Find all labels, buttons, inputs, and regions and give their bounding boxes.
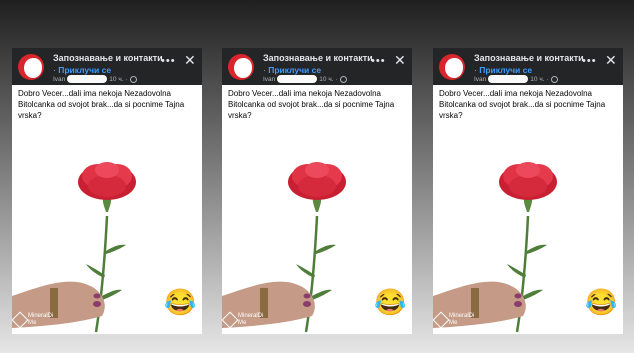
watermark: Mineral­Di Ме (433, 309, 479, 333)
laughing-emoji: 😂 (585, 287, 618, 317)
group-avatar[interactable] (439, 54, 465, 80)
join-group-link[interactable]: Приклучи се (58, 65, 111, 75)
globe-icon (129, 75, 137, 83)
screenshot-collage: Запознавање и контакти · Приклучи се Iva… (0, 0, 634, 353)
group-name[interactable]: Запознавање и контакти (263, 53, 373, 63)
post-text: Dobro Vecer...dali ima nekoja Nezadovoln… (228, 89, 395, 120)
post-card: Запознавање и контакти · Приклучи се Iva… (433, 48, 623, 334)
separator-dot: · (125, 75, 128, 83)
globe-icon (550, 75, 558, 83)
laughing-emoji: 😂 (374, 287, 407, 317)
close-icon[interactable]: ✕ (605, 52, 617, 69)
watermark: Mineral­Di Ме (12, 309, 58, 333)
watermark-line1: Mineral­Di (28, 313, 54, 319)
watermark-line2: Ме (449, 320, 458, 326)
more-dots-icon[interactable]: ••• (371, 55, 386, 67)
group-name[interactable]: Запознавање и контакти (474, 53, 584, 63)
redacted-name (67, 75, 108, 83)
watermark-logo-icon (222, 311, 239, 329)
join-row: · Приклучи се (53, 65, 111, 75)
watermark-line1: Mineral­Di (449, 313, 475, 319)
post-header: Запознавање и контакти · Приклучи се Iva… (433, 48, 623, 85)
redacted-name (488, 75, 529, 83)
post-card: Запознавање и контакти · Приклучи се Iva… (222, 48, 412, 334)
watermark-line2: Ме (238, 320, 247, 326)
post-text: Dobro Vecer...dali ima nekoja Nezadovoln… (18, 89, 185, 120)
close-icon[interactable]: ✕ (184, 52, 196, 69)
watermark-logo-icon (433, 311, 450, 329)
join-group-link[interactable]: Приклучи се (268, 65, 321, 75)
watermark-line2: Ме (28, 320, 37, 326)
laughing-emoji: 😂 (164, 287, 197, 317)
author-name[interactable]: Ivan (474, 76, 486, 83)
redacted-name (277, 75, 318, 83)
join-row: · Приклучи се (474, 65, 532, 75)
close-icon[interactable]: ✕ (394, 52, 406, 69)
group-avatar[interactable] (18, 54, 44, 80)
post-time[interactable]: 10 ч. (319, 76, 333, 83)
post-text: Dobro Vecer...dali ima nekoja Nezadovoln… (439, 89, 606, 120)
watermark-line1: Mineral­Di (238, 313, 264, 319)
watermark: Mineral­Di Ме (222, 309, 268, 333)
globe-icon (339, 75, 347, 83)
post-header: Запознавање и контакти · Приклучи се Iva… (12, 48, 202, 85)
watermark-logo-icon (12, 311, 29, 329)
post-meta: Ivan 10 ч. · (263, 75, 347, 83)
post-meta: Ivan 10 ч. · (53, 75, 137, 83)
group-name[interactable]: Запознавање и контакти (53, 53, 163, 63)
post-time[interactable]: 10 ч. (530, 76, 544, 83)
post-time[interactable]: 10 ч. (109, 76, 123, 83)
post-card: Запознавање и контакти · Приклучи се Iva… (12, 48, 202, 334)
more-dots-icon[interactable]: ••• (161, 55, 176, 67)
post-header: Запознавање и контакти · Приклучи се Iva… (222, 48, 412, 85)
more-dots-icon[interactable]: ••• (582, 55, 597, 67)
author-name[interactable]: Ivan (53, 76, 65, 83)
post-meta: Ivan 10 ч. · (474, 75, 558, 83)
group-avatar[interactable] (228, 54, 254, 80)
join-group-link[interactable]: Приклучи се (479, 65, 532, 75)
separator-dot: · (335, 75, 338, 83)
join-row: · Приклучи се (263, 65, 321, 75)
author-name[interactable]: Ivan (263, 76, 275, 83)
separator-dot: · (546, 75, 549, 83)
